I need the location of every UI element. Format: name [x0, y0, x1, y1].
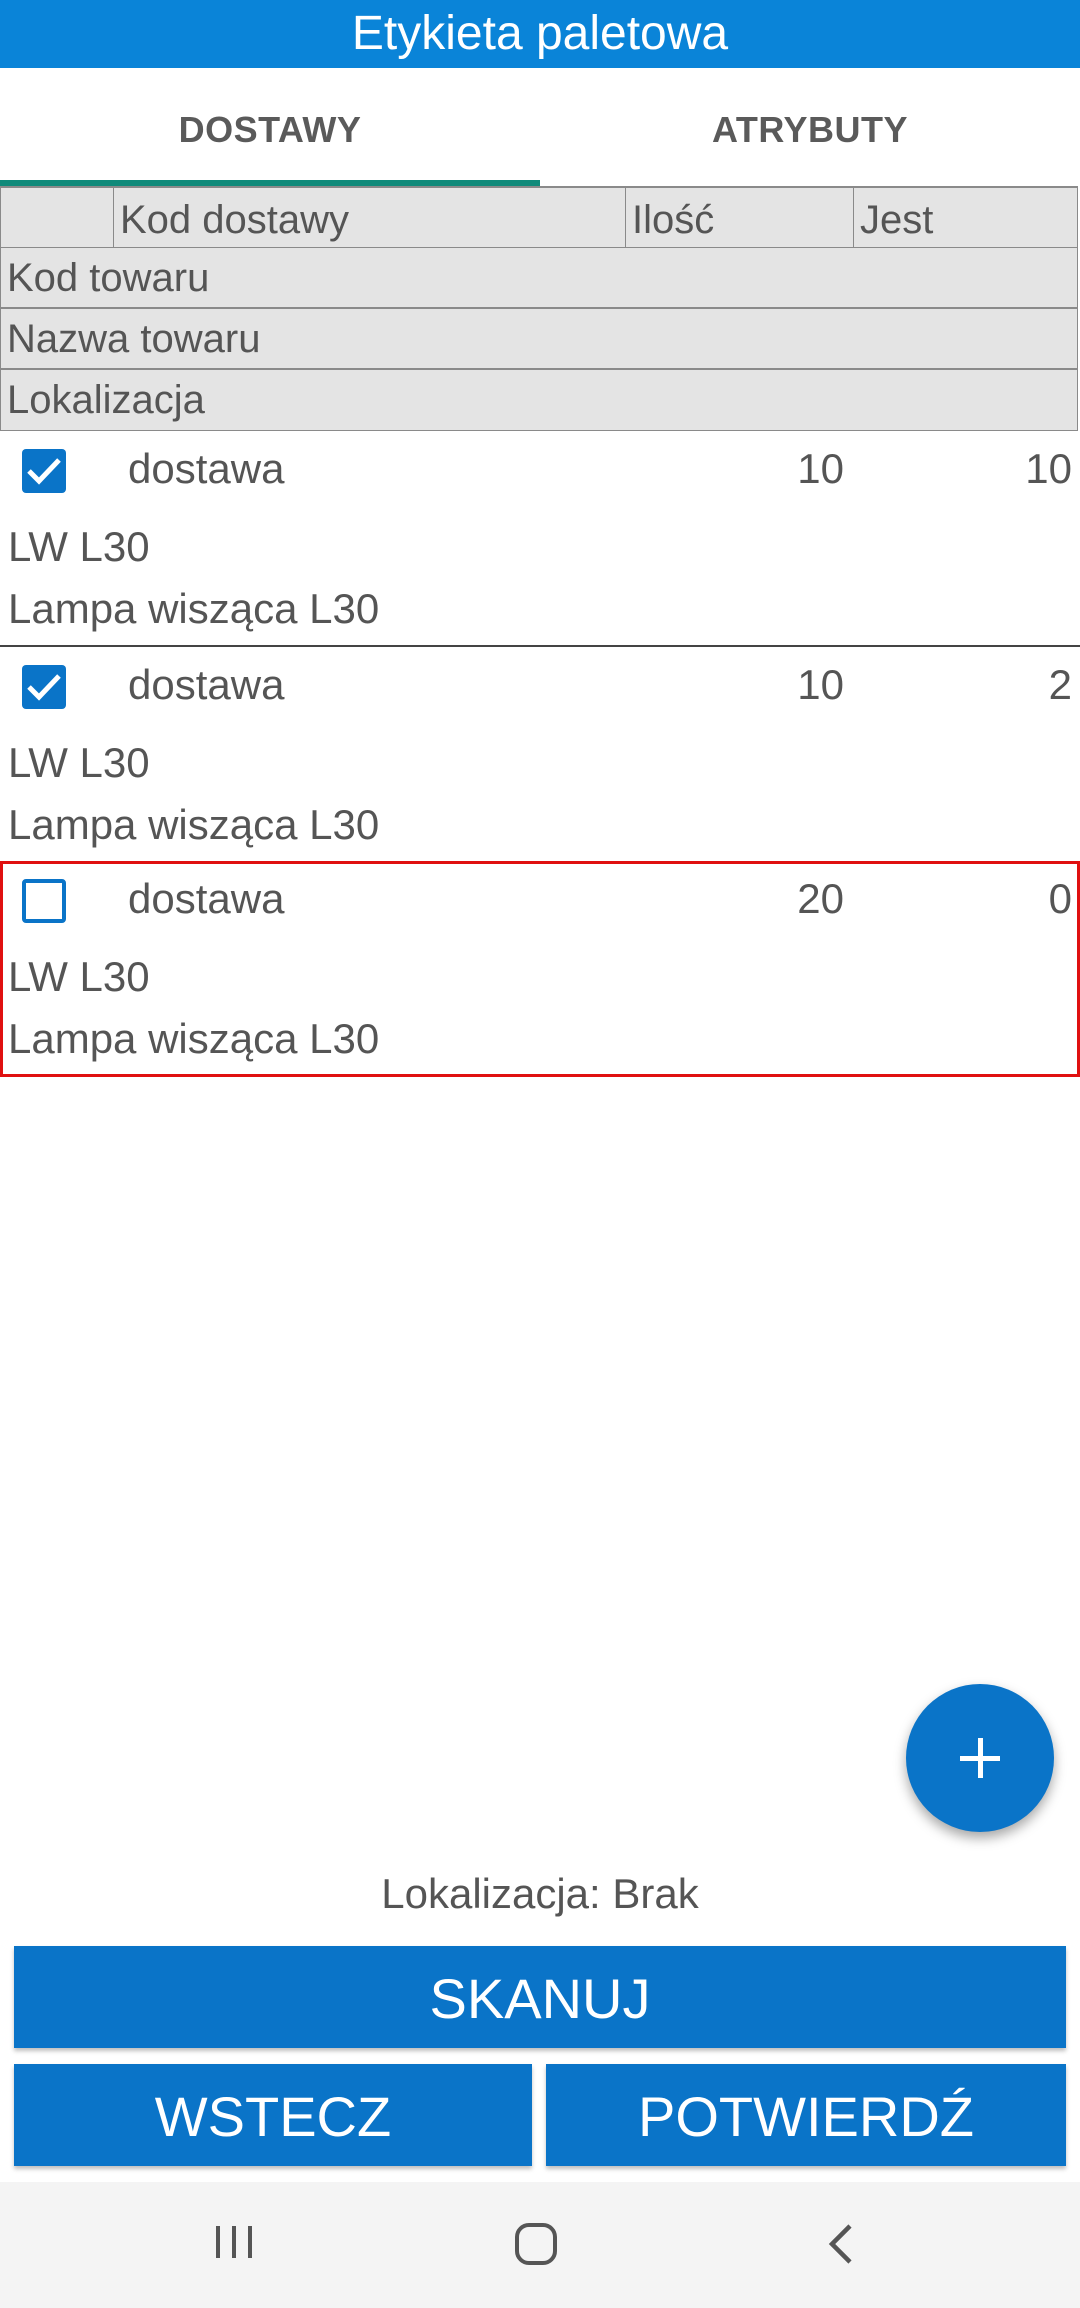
system-navigation-bar	[0, 2182, 1080, 2308]
tab-dostawy[interactable]: DOSTAWY	[0, 68, 540, 186]
product-code: LW L30	[8, 523, 150, 570]
header-delivery-code: Kod dostawy	[113, 188, 625, 248]
header-checkbox-column	[1, 188, 113, 248]
checkbox-checked[interactable]	[22, 449, 66, 493]
list-item-highlighted[interactable]: dostawa 20 0 LW L30 Lampa wisząca L30	[0, 861, 1080, 1077]
present-count: 2	[1048, 661, 1072, 708]
product-name: Lampa wisząca L30	[8, 801, 380, 848]
checkmark-icon	[27, 458, 61, 485]
checkbox-checked[interactable]	[22, 665, 66, 709]
product-name: Lampa wisząca L30	[8, 585, 380, 632]
present-count: 0	[1048, 875, 1072, 922]
tab-atrybuty[interactable]: ATRYBUTY	[540, 68, 1080, 186]
delivery-code: dostawa	[128, 661, 285, 708]
location-status: Lokalizacja: Brak	[381, 1870, 699, 1917]
quantity: 20	[797, 875, 844, 922]
delivery-code: dostawa	[128, 445, 285, 492]
header-present: Jest	[853, 188, 1077, 248]
list-item[interactable]: dostawa 10 10 LW L30 Lampa wisząca L30	[0, 431, 1080, 647]
add-button[interactable]	[906, 1684, 1054, 1832]
quantity: 10	[797, 445, 844, 492]
header-product-name: Nazwa towaru	[0, 308, 1078, 369]
present-count: 10	[1025, 445, 1072, 492]
checkmark-icon	[27, 674, 61, 701]
quantity: 10	[797, 661, 844, 708]
scan-button[interactable]: SKANUJ	[14, 1946, 1066, 2048]
header-quantity: Ilość	[625, 188, 853, 248]
table-header-columns: Kod dostawy Ilość Jest	[0, 186, 1078, 248]
app-title: Etykieta paletowa	[351, 7, 729, 60]
delivery-code: dostawa	[128, 875, 285, 922]
header-product-code: Kod towaru	[0, 247, 1078, 308]
list-item[interactable]: dostawa 10 2 LW L30 Lampa wisząca L30	[0, 647, 1080, 863]
product-code: LW L30	[8, 739, 150, 786]
tab-bar: DOSTAWY ATRYBUTY	[0, 68, 1080, 186]
header-location: Lokalizacja	[0, 369, 1078, 431]
back-icon[interactable]	[820, 2220, 864, 2268]
recent-apps-icon[interactable]	[212, 2220, 256, 2264]
checkbox-unchecked[interactable]	[22, 879, 66, 923]
product-code: LW L30	[8, 953, 150, 1000]
app-title-bar: Etykieta paletowa	[0, 0, 1080, 68]
plus-icon-vertical	[978, 1738, 983, 1778]
product-name: Lampa wisząca L30	[8, 1015, 380, 1062]
confirm-button[interactable]: POTWIERDŹ	[546, 2064, 1066, 2166]
back-button[interactable]: WSTECZ	[14, 2064, 532, 2166]
home-icon[interactable]	[512, 2220, 562, 2270]
